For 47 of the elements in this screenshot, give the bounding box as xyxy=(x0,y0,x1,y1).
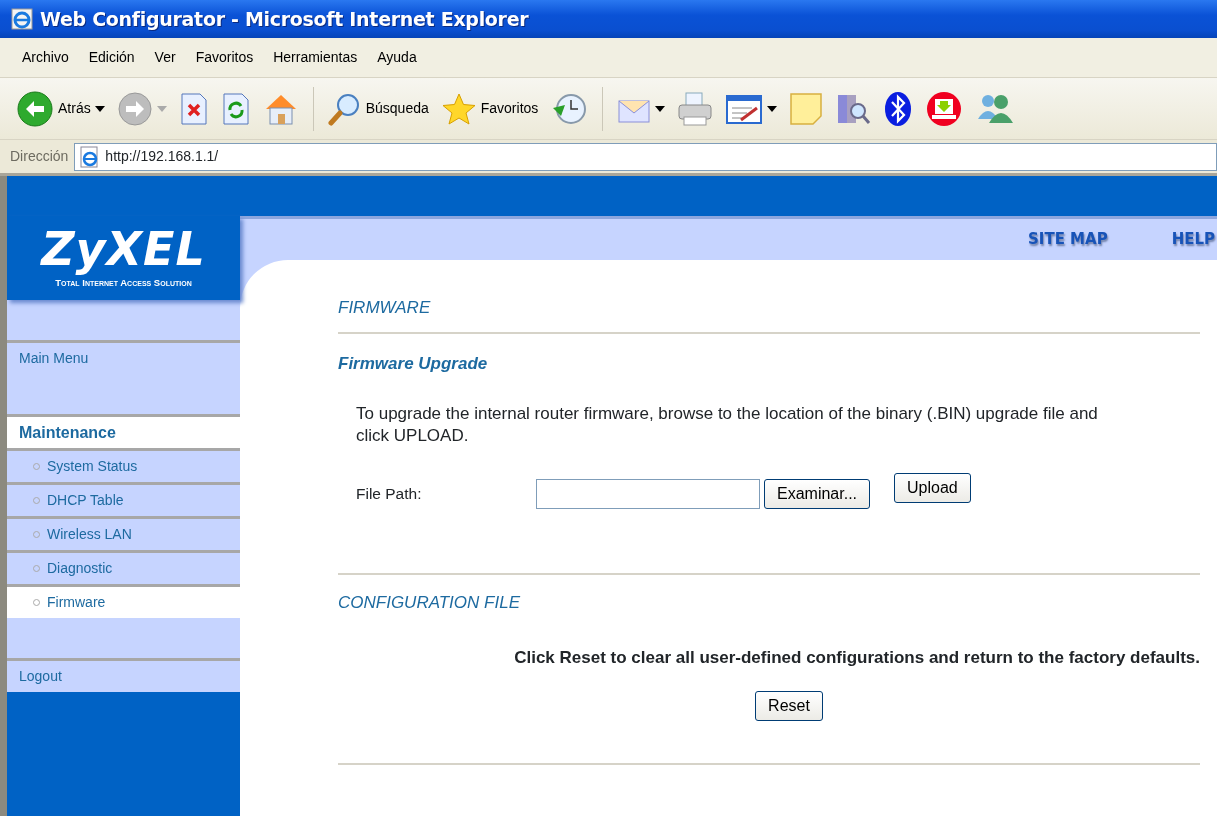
menu-item[interactable]: Herramientas xyxy=(265,47,370,68)
window-title: Web Configurator - Microsoft Internet Explorer xyxy=(40,6,529,32)
forward-icon[interactable] xyxy=(116,90,153,127)
caret-icon[interactable] xyxy=(655,105,666,112)
sidebar-item[interactable]: Firmware xyxy=(7,584,240,618)
header-link[interactable]: SITE MAP xyxy=(1028,228,1108,251)
section-title: Firmware Upgrade xyxy=(338,354,489,375)
printer-icon[interactable] xyxy=(677,90,714,127)
reset-button[interactable]: Reset xyxy=(755,690,823,721)
menu-item[interactable]: Ayuda xyxy=(369,47,429,68)
caret-icon[interactable] xyxy=(94,105,105,112)
ie-icon xyxy=(10,7,34,31)
sidebar-item[interactable]: Main Menu xyxy=(7,340,240,374)
section-title: CONFIGURATION FILE xyxy=(338,592,521,614)
search-icon xyxy=(327,91,362,126)
menu-item[interactable]: Ver xyxy=(146,47,188,68)
download-icon[interactable] xyxy=(925,89,964,128)
page-title: FIRMWARE xyxy=(338,298,1200,335)
bluetooth-icon[interactable] xyxy=(883,89,914,128)
header-link[interactable]: HELP xyxy=(1171,228,1215,251)
refresh-icon[interactable] xyxy=(220,91,251,126)
sidebar-item[interactable]: Diagnostic xyxy=(7,550,240,584)
toolbar-button[interactable]: Búsqueda xyxy=(323,89,433,128)
field-label: File Path: xyxy=(356,484,423,505)
reset-instructions: Click Reset to clear all user-defined configurations and return to the factory defaults. xyxy=(513,647,1200,670)
file-path-field[interactable] xyxy=(536,478,760,509)
instructions: To upgrade the internal router firmware, browse to the location of the binary (.BIN) upgrade file and click UPLOAD. xyxy=(356,402,1099,447)
stop-icon[interactable] xyxy=(178,91,209,126)
address-field[interactable]: http://192.168.1.1/ xyxy=(74,142,1217,171)
back-icon xyxy=(16,89,54,128)
sidebar-item[interactable]: Maintenance xyxy=(7,414,240,448)
toolbar-button[interactable]: Atrás xyxy=(12,87,109,130)
tagline: Total Internet Access Solution xyxy=(55,275,192,290)
upload-button[interactable]: Upload xyxy=(894,472,971,503)
sidebar-item[interactable]: System Status xyxy=(7,448,240,482)
menu-item[interactable]: Archivo xyxy=(14,47,81,68)
caret-icon[interactable] xyxy=(767,105,778,112)
sidebar-item[interactable]: DHCP Table xyxy=(7,482,240,516)
menu-item[interactable]: Favoritos xyxy=(187,47,266,68)
browse-button[interactable]: Examinar... xyxy=(764,478,871,509)
edit-icon[interactable] xyxy=(725,92,764,125)
sidebar-item[interactable]: Logout xyxy=(7,658,240,692)
address-label: Dirección xyxy=(10,147,69,166)
sidebar-item[interactable]: Wireless LAN xyxy=(7,516,240,550)
star-icon xyxy=(440,91,477,126)
menu-item[interactable]: Edición xyxy=(80,47,147,68)
toolbar-button[interactable]: Favoritos xyxy=(436,89,543,128)
